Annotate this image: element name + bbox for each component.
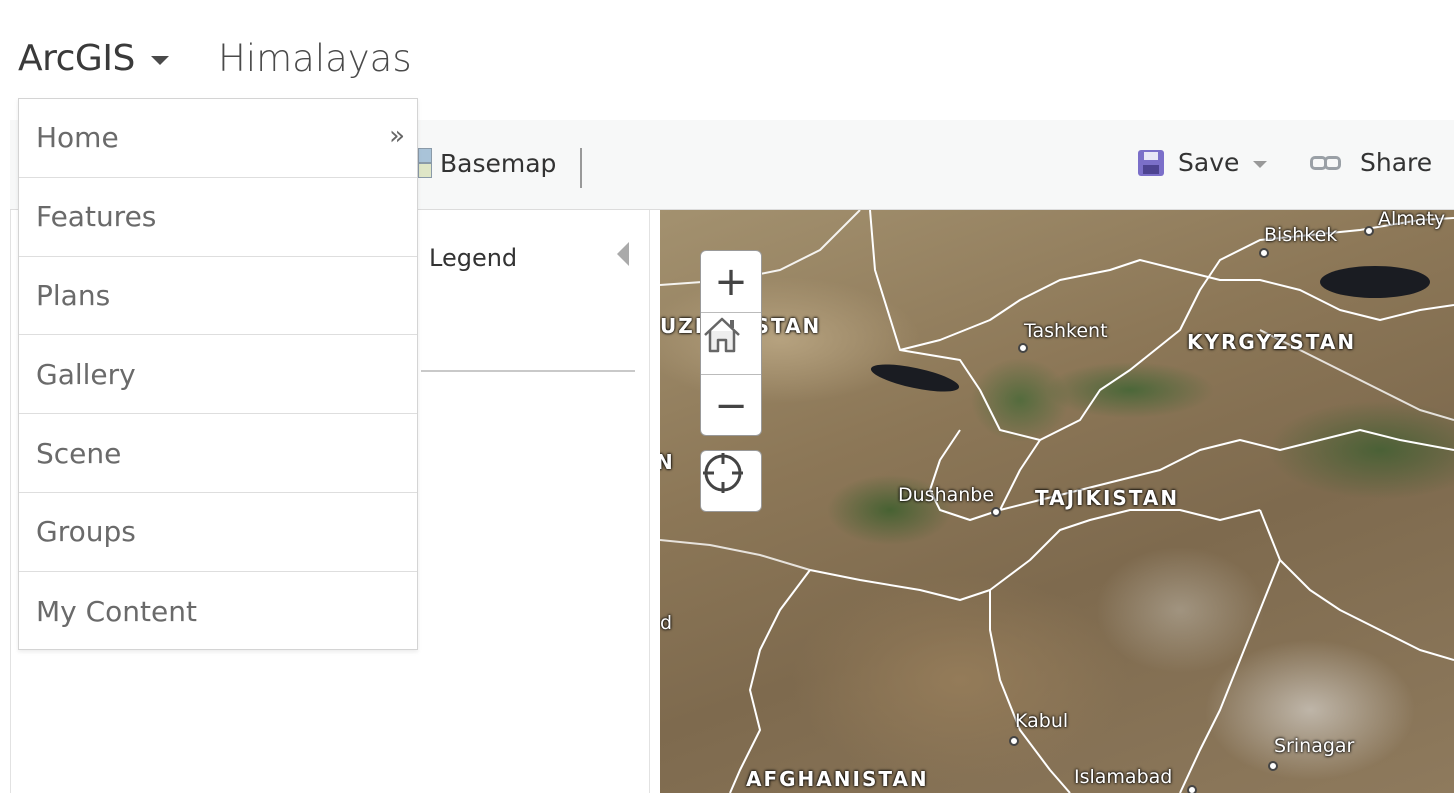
menu-item-label: Plans xyxy=(36,278,111,312)
country-label-afghanistan: AFGHANISTAN xyxy=(746,767,929,791)
save-label: Save xyxy=(1178,148,1240,177)
city-marker-bishkek xyxy=(1259,248,1269,258)
menu-item-groups[interactable]: Groups xyxy=(19,493,417,572)
city-label-srinagar: Srinagar xyxy=(1274,735,1355,757)
basemap-button[interactable]: Basemap xyxy=(418,148,556,178)
app-switcher[interactable]: ArcGIS xyxy=(18,38,169,79)
locate-button[interactable] xyxy=(700,450,762,512)
city-label-almaty: Almaty xyxy=(1378,210,1446,230)
country-label-kyrgyzstan: KYRGYZSTAN xyxy=(1187,330,1357,354)
menu-item-label: Features xyxy=(36,200,157,234)
collapse-panel-icon[interactable] xyxy=(617,242,629,266)
map-edge-label: d xyxy=(660,612,673,634)
save-dropdown-icon[interactable] xyxy=(1253,161,1268,168)
link-icon xyxy=(1310,155,1342,170)
zoom-out-button[interactable]: − xyxy=(701,375,761,437)
menu-item-label: Gallery xyxy=(36,357,136,391)
app-menu-dropdown: Home » Features Plans Gallery Scene Grou… xyxy=(18,98,418,650)
city-label-kabul: Kabul xyxy=(1015,710,1069,732)
menu-item-label: Groups xyxy=(36,515,136,549)
basemap-icon xyxy=(418,148,432,178)
city-label-islamabad: Islamabad xyxy=(1074,766,1173,788)
map-edge-label: N xyxy=(660,450,675,474)
map-view[interactable]: UZBEKISTAN KYRGYZSTAN TAJIKISTAN AFGHANI… xyxy=(660,210,1454,793)
legend-tab[interactable]: Legend xyxy=(429,244,517,272)
zoom-in-button[interactable]: + xyxy=(701,251,761,313)
home-button[interactable] xyxy=(701,313,761,375)
menu-item-plans[interactable]: Plans xyxy=(19,257,417,336)
double-chevron-right-icon: » xyxy=(389,121,405,151)
share-button[interactable]: Share xyxy=(1310,148,1432,177)
city-marker-srinagar xyxy=(1268,761,1278,771)
basemap-label: Basemap xyxy=(440,148,557,178)
save-button[interactable]: Save xyxy=(1138,148,1268,177)
share-label: Share xyxy=(1360,148,1433,177)
country-label-tajikistan: TAJIKISTAN xyxy=(1035,486,1180,510)
menu-item-label: Home xyxy=(36,121,119,155)
city-marker-islamabad xyxy=(1187,785,1197,793)
menu-item-features[interactable]: Features xyxy=(19,178,417,257)
map-title: Himalayas xyxy=(218,37,412,80)
app-name[interactable]: ArcGIS xyxy=(18,38,135,79)
menu-item-scene[interactable]: Scene xyxy=(19,414,417,493)
city-label-tashkent: Tashkent xyxy=(1024,320,1108,342)
city-label-dushanbe: Dushanbe xyxy=(898,484,995,506)
city-marker-tashkent xyxy=(1018,343,1028,353)
home-icon xyxy=(704,317,740,353)
crosshair-icon xyxy=(703,453,743,493)
menu-item-gallery[interactable]: Gallery xyxy=(19,335,417,415)
city-marker-kabul xyxy=(1009,736,1019,746)
menu-item-my-content[interactable]: My Content xyxy=(19,572,417,651)
city-marker-almaty xyxy=(1364,226,1374,236)
zoom-controls: + − xyxy=(700,250,762,436)
menu-item-label: My Content xyxy=(36,594,197,628)
panel-divider xyxy=(421,370,635,372)
caret-down-icon[interactable] xyxy=(150,56,169,65)
city-marker-dushanbe xyxy=(991,507,1001,517)
toolbar-divider xyxy=(580,148,582,188)
menu-item-label: Scene xyxy=(36,436,122,470)
save-icon xyxy=(1138,149,1164,176)
city-label-bishkek: Bishkek xyxy=(1264,224,1338,246)
menu-item-home[interactable]: Home » xyxy=(19,99,417,178)
